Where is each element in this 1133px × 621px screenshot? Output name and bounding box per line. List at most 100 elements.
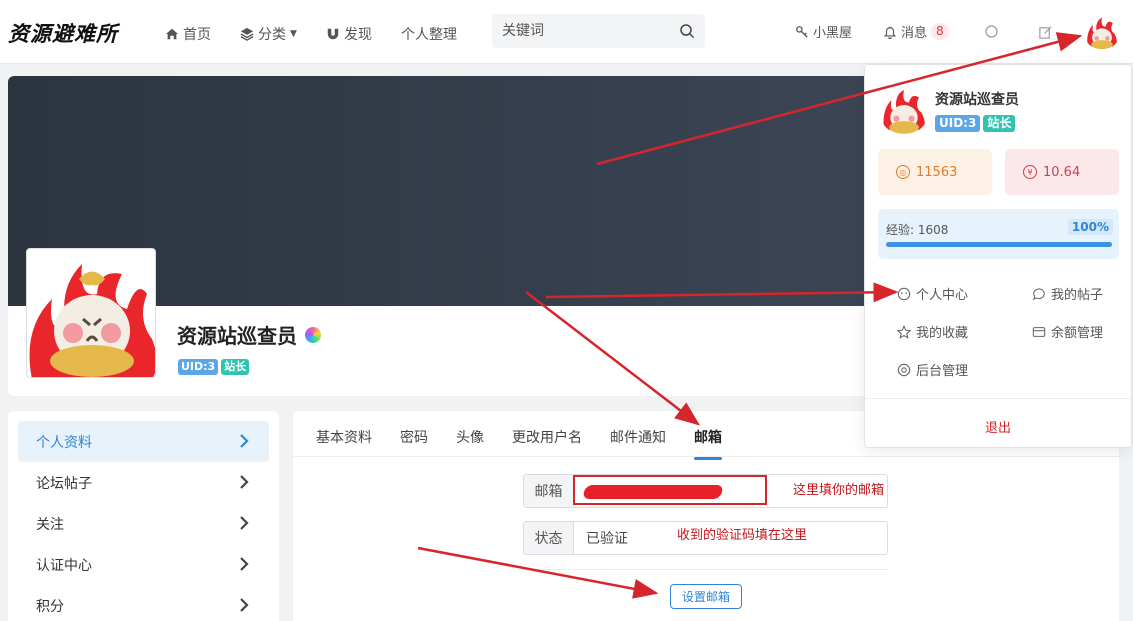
nav-personal[interactable]: 个人整理 bbox=[401, 24, 457, 44]
sidebar-item-profile[interactable]: 个人资料 bbox=[18, 421, 269, 462]
yen-icon: ¥ bbox=[1023, 165, 1037, 179]
new-post-button[interactable] bbox=[1034, 21, 1056, 43]
settings-sidebar: 个人资料 论坛帖子 关注 认证中心 积分 bbox=[8, 411, 279, 621]
uid-badge: UID:3 bbox=[935, 115, 981, 132]
coin-value: 11563 bbox=[916, 164, 958, 180]
role-badge: 站长 bbox=[221, 359, 250, 375]
sidebar-item-points[interactable]: 积分 bbox=[18, 585, 269, 621]
dropdown-divider bbox=[865, 398, 1131, 399]
blackroom-link[interactable]: 小黑屋 bbox=[795, 22, 852, 41]
search-toggle-button[interactable] bbox=[981, 21, 1003, 43]
tab-mail-notify[interactable]: 邮件通知 bbox=[610, 427, 666, 447]
chevron-right-icon bbox=[240, 434, 249, 448]
money-value: 10.64 bbox=[1043, 164, 1081, 180]
user-dropdown: 资源站巡查员 UID:3 站长 ◎ 11563 ¥ 10.64 经验: 1608… bbox=[864, 64, 1132, 448]
menu-label: 个人中心 bbox=[916, 288, 969, 303]
blackroom-label: 小黑屋 bbox=[813, 26, 853, 41]
sidebar-item-follow[interactable]: 关注 bbox=[18, 503, 269, 544]
mascot-avatar-icon bbox=[29, 264, 155, 377]
tab-password[interactable]: 密码 bbox=[400, 427, 428, 447]
coin-icon: ◎ bbox=[896, 165, 910, 179]
profile-name-text: 资源站巡查员 bbox=[177, 324, 297, 348]
money-balance[interactable]: ¥ 10.64 bbox=[1005, 149, 1119, 195]
nav-home-label: 首页 bbox=[183, 27, 211, 43]
star-icon bbox=[897, 324, 911, 339]
tab-email[interactable]: 邮箱 bbox=[694, 427, 722, 460]
key-icon bbox=[796, 25, 808, 38]
menu-my-posts[interactable]: 我的帖子 bbox=[1032, 284, 1103, 303]
mascot-avatar-icon bbox=[1087, 17, 1117, 50]
home-icon bbox=[165, 28, 179, 40]
layers-icon bbox=[240, 27, 254, 41]
role-badge: 站长 bbox=[983, 115, 1016, 132]
chevron-right-icon bbox=[240, 557, 249, 571]
experience-label: 经验: 1608 bbox=[886, 223, 949, 237]
caret-down-icon: ▼ bbox=[290, 29, 297, 39]
tab-basic[interactable]: 基本资料 bbox=[316, 427, 372, 447]
sidebar-item-label: 关注 bbox=[36, 516, 64, 533]
nav-personal-label: 个人整理 bbox=[401, 27, 457, 43]
site-logo[interactable]: 资源避难所 bbox=[8, 18, 118, 48]
search-input[interactable] bbox=[492, 14, 662, 48]
mascot-avatar-icon bbox=[883, 90, 925, 134]
code-annotation: 收到的验证码填在这里 bbox=[677, 528, 808, 543]
bell-icon bbox=[883, 26, 897, 39]
logout-button[interactable]: 退出 bbox=[865, 417, 1131, 436]
wallet-icon bbox=[1032, 326, 1046, 337]
dropdown-username: 资源站巡查员 bbox=[935, 92, 1019, 108]
sidebar-item-label: 论坛帖子 bbox=[36, 475, 92, 492]
magnet-icon bbox=[327, 28, 339, 40]
user-avatar[interactable] bbox=[1084, 14, 1120, 50]
tab-username[interactable]: 更改用户名 bbox=[512, 427, 582, 447]
menu-balance[interactable]: 余额管理 bbox=[1032, 322, 1103, 341]
experience-panel: 经验: 1608 100% bbox=[878, 209, 1119, 259]
settings-icon bbox=[897, 363, 911, 376]
menu-favorites[interactable]: 我的收藏 bbox=[897, 322, 968, 341]
nav-discover[interactable]: 发现 bbox=[326, 24, 372, 44]
chevron-right-icon bbox=[240, 475, 249, 489]
chevron-right-icon bbox=[240, 598, 249, 612]
tab-avatar[interactable]: 头像 bbox=[456, 427, 484, 447]
menu-label: 后台管理 bbox=[916, 364, 969, 379]
profile-card: 资源站巡查员 UID:3 站长 bbox=[8, 76, 878, 396]
nav-home[interactable]: 首页 bbox=[165, 24, 211, 44]
menu-admin[interactable]: 后台管理 bbox=[897, 360, 968, 379]
annotation-box bbox=[573, 475, 767, 505]
dropdown-tags: UID:3 站长 bbox=[935, 115, 1016, 132]
coin-balance[interactable]: ◎ 11563 bbox=[878, 149, 992, 195]
profile-avatar bbox=[26, 248, 156, 378]
nav-discover-label: 发现 bbox=[344, 27, 372, 43]
profile-name: 资源站巡查员 bbox=[177, 320, 321, 349]
experience-percent: 100% bbox=[1067, 219, 1113, 235]
status-label: 状态 bbox=[524, 522, 574, 554]
chevron-right-icon bbox=[240, 516, 249, 530]
messages-label: 消息 bbox=[901, 26, 928, 41]
email-label: 邮箱 bbox=[524, 475, 574, 507]
sidebar-item-label: 认证中心 bbox=[36, 557, 92, 574]
set-email-button[interactable]: 设置邮箱 bbox=[670, 584, 742, 609]
nav-category-label: 分类 bbox=[258, 27, 286, 43]
nav-category[interactable]: 分类 ▼ bbox=[240, 24, 297, 44]
menu-label: 余额管理 bbox=[1051, 326, 1104, 341]
menu-user-center[interactable]: 个人中心 bbox=[897, 284, 968, 303]
sidebar-item-posts[interactable]: 论坛帖子 bbox=[18, 462, 269, 503]
dropdown-avatar bbox=[879, 85, 929, 135]
messages-link[interactable]: 消息 8 bbox=[883, 22, 949, 41]
edit-icon bbox=[1038, 25, 1052, 39]
form-divider bbox=[523, 569, 888, 570]
search-icon[interactable] bbox=[679, 23, 695, 39]
email-annotation: 这里填你的邮箱 bbox=[793, 483, 885, 498]
profile-tags: UID:3 站长 bbox=[178, 359, 250, 375]
experience-bar bbox=[886, 242, 1112, 247]
sidebar-item-label: 积分 bbox=[36, 598, 64, 615]
search-box bbox=[492, 14, 705, 48]
experience-bar-fill bbox=[886, 242, 1112, 247]
smile-icon bbox=[897, 287, 911, 300]
sidebar-item-verify[interactable]: 认证中心 bbox=[18, 544, 269, 585]
rainbow-badge-icon bbox=[305, 326, 321, 343]
search-icon bbox=[985, 25, 998, 38]
menu-label: 我的收藏 bbox=[916, 326, 969, 341]
uid-badge: UID:3 bbox=[178, 359, 219, 375]
top-header: 资源避难所 首页 分类 ▼ 发现 个人整理 小黑屋 消息 8 bbox=[0, 0, 1133, 64]
message-count-badge: 8 bbox=[931, 23, 949, 40]
